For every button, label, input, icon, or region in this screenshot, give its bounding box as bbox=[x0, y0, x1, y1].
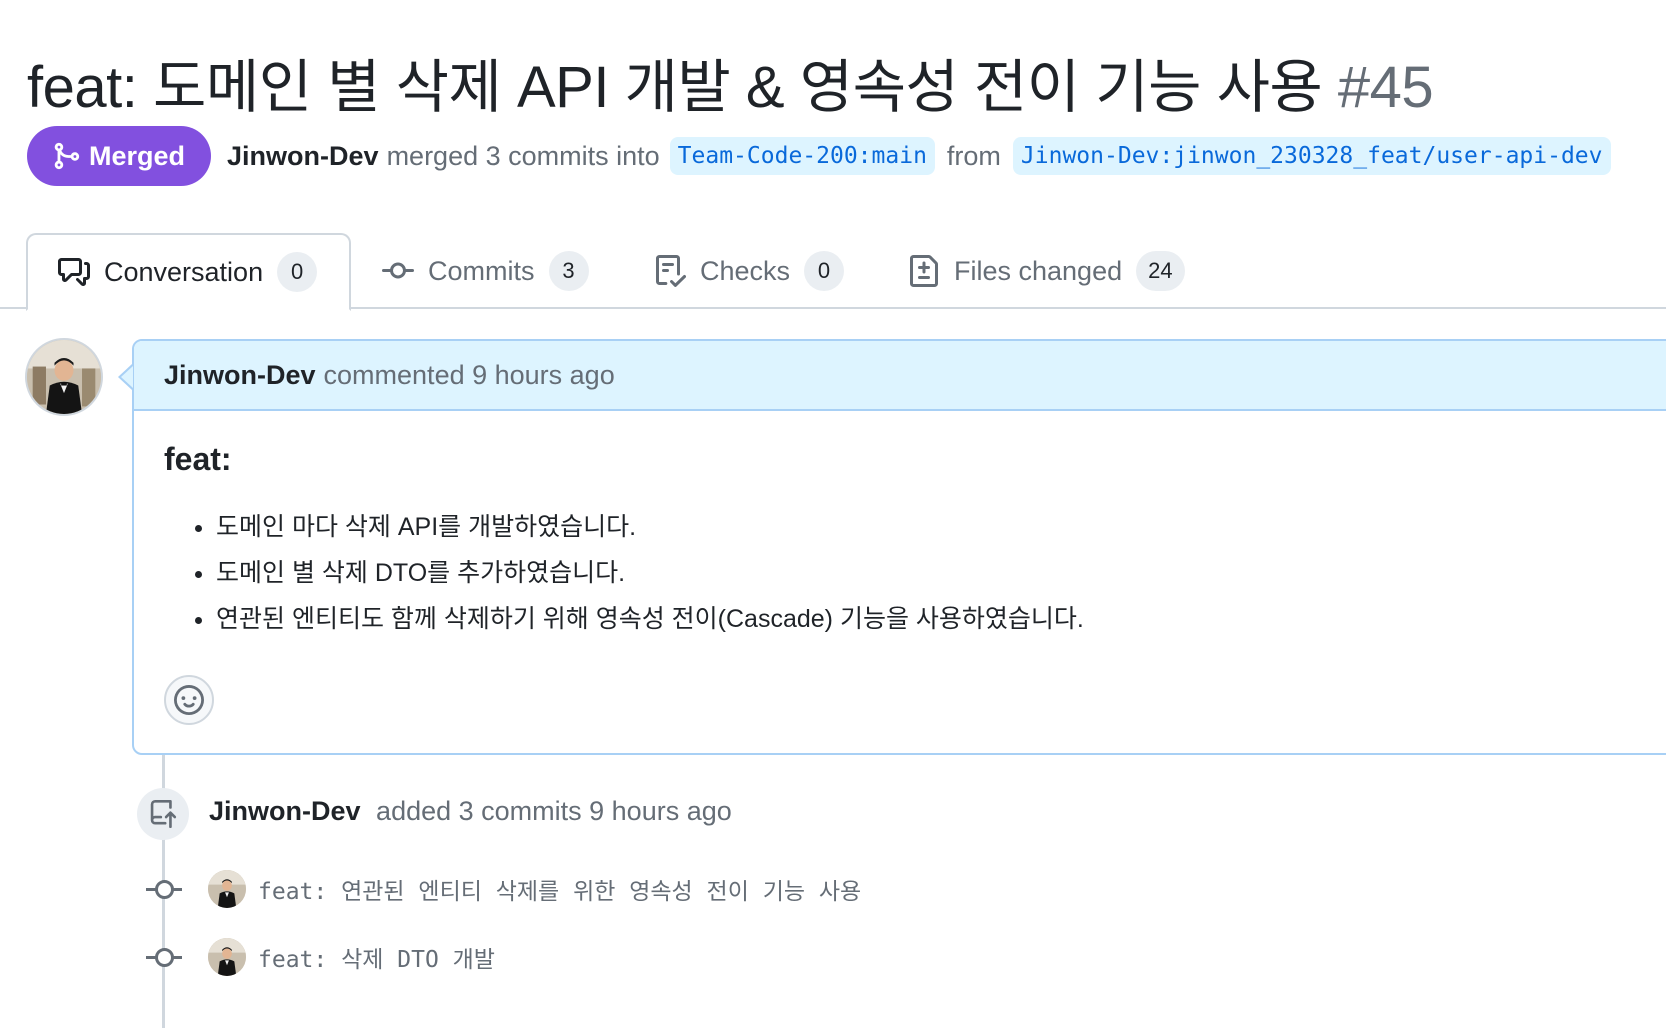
pr-number: #45 bbox=[1337, 55, 1434, 120]
tab-checks-label: Checks bbox=[700, 255, 791, 286]
avatar-image bbox=[208, 938, 246, 976]
git-commit-icon bbox=[146, 947, 182, 967]
tab-files-changed-count: 24 bbox=[1136, 251, 1185, 291]
base-branch-link[interactable]: Team-Code-200:main bbox=[669, 137, 935, 175]
smiley-icon bbox=[174, 685, 204, 715]
merge-text: merged 3 commits into bbox=[386, 140, 660, 171]
list-item: 도메인 별 삭제 DTO를 추가하였습니다. bbox=[216, 550, 1660, 596]
tab-commits[interactable]: Commits 3 bbox=[382, 233, 589, 309]
event-description: added 3 commits 9 hours ago bbox=[376, 796, 732, 826]
repo-push-icon bbox=[150, 800, 177, 828]
list-item: feat: 연관된 엔티티 삭제를 위한 영속성 전이 기능 사용 bbox=[146, 869, 861, 909]
head-branch-link[interactable]: Jinwon-Dev:jinwon_230328_feat/user-api-d… bbox=[1012, 137, 1611, 175]
list-item: 연관된 엔티티도 함께 삭제하기 위해 영속성 전이(Cascade) 기능을 … bbox=[216, 596, 1660, 642]
tab-conversation[interactable]: Conversation 0 bbox=[26, 233, 352, 311]
tab-conversation-label: Conversation bbox=[104, 256, 264, 287]
commit-message-link[interactable]: feat: 삭제 DTO 개발 bbox=[258, 940, 495, 974]
avatar-image bbox=[208, 870, 246, 908]
git-merge-icon bbox=[54, 142, 80, 170]
git-commit-icon bbox=[382, 262, 414, 279]
avatar-image bbox=[27, 340, 101, 414]
commits-added-event: Jinwon-Dev added 3 commits 9 hours ago bbox=[209, 796, 732, 827]
comment-body: feat: 도메인 마다 삭제 API를 개발하였습니다. 도메인 별 삭제 D… bbox=[134, 411, 1666, 672]
tab-files-changed-label: Files changed bbox=[954, 255, 1123, 286]
comment-timestamp[interactable]: commented 9 hours ago bbox=[324, 360, 615, 391]
tab-commits-label: Commits bbox=[428, 255, 535, 286]
comment-arrow-fill bbox=[121, 366, 133, 388]
avatar[interactable] bbox=[208, 938, 246, 976]
comment-box: Jinwon-Dev commented 9 hours ago feat: 도… bbox=[132, 339, 1666, 755]
event-author-link[interactable]: Jinwon-Dev bbox=[209, 796, 361, 826]
merged-state-badge: Merged bbox=[27, 126, 212, 186]
event-badge bbox=[137, 788, 189, 840]
tab-checks-count: 0 bbox=[804, 251, 845, 291]
avatar[interactable] bbox=[208, 870, 246, 908]
git-commit-icon bbox=[146, 879, 182, 899]
comment-heading: feat: bbox=[164, 441, 232, 477]
pr-state-row: Merged Jinwon-Dev merged 3 commits into … bbox=[27, 126, 1615, 186]
comment-list: 도메인 마다 삭제 API를 개발하였습니다. 도메인 별 삭제 DTO를 추가… bbox=[216, 504, 1660, 642]
avatar[interactable] bbox=[25, 338, 103, 416]
pr-author-link[interactable]: Jinwon-Dev bbox=[227, 141, 379, 172]
list-item: feat: 삭제 DTO 개발 bbox=[146, 937, 495, 977]
tab-commits-count: 3 bbox=[548, 251, 589, 291]
from-text: from bbox=[946, 140, 1001, 171]
list-item: 도메인 마다 삭제 API를 개발하였습니다. bbox=[216, 504, 1660, 550]
add-reaction-button[interactable] bbox=[164, 675, 214, 725]
pr-title: feat: 도메인 별 삭제 API 개발 & 영속성 전이 기능 사용 #45 bbox=[27, 40, 1434, 124]
tab-conversation-count: 0 bbox=[277, 252, 318, 292]
tab-files-changed[interactable]: Files changed 24 bbox=[908, 233, 1185, 309]
merge-meta: Jinwon-Dev merged 3 commits into Team-Co… bbox=[227, 137, 1614, 175]
comment-discussion-icon bbox=[58, 258, 90, 286]
pr-tabs: Conversation 0 Commits 3 Checks 0 Files … bbox=[0, 233, 1666, 311]
tab-checks[interactable]: Checks 0 bbox=[654, 233, 845, 309]
commit-message-link[interactable]: feat: 연관된 엔티티 삭제를 위한 영속성 전이 기능 사용 bbox=[258, 872, 861, 906]
pr-title-text: feat: 도메인 별 삭제 API 개발 & 영속성 전이 기능 사용 bbox=[27, 55, 1323, 120]
checklist-icon bbox=[656, 255, 686, 287]
file-diff-icon bbox=[910, 255, 938, 287]
merged-state-label: Merged bbox=[89, 140, 186, 171]
comment-author-link[interactable]: Jinwon-Dev bbox=[164, 360, 316, 391]
comment-header: Jinwon-Dev commented 9 hours ago bbox=[134, 341, 1666, 411]
